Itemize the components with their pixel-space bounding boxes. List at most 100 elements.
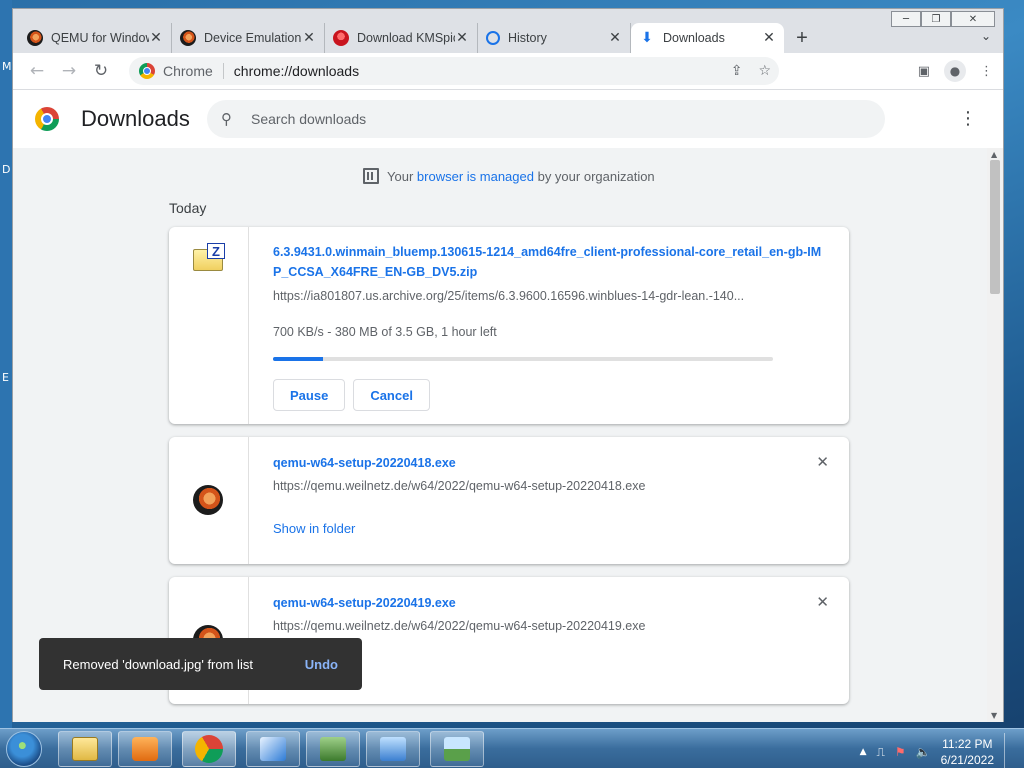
taskbar-explorer-button[interactable] (58, 731, 112, 767)
minimize-button[interactable]: ─ (891, 11, 921, 27)
control-panel-icon (380, 737, 406, 761)
windows-taskbar: ▲ ⎍ ⚑ 🔈 11:22 PM 6/21/2022 (0, 728, 1024, 768)
tab-download-kmspico[interactable]: Download KMSpico ✕ (325, 23, 478, 53)
file-icon-column: Z (169, 227, 249, 424)
transfer-arrow-icon (260, 737, 286, 761)
red-circle-icon (333, 30, 349, 46)
cancel-button[interactable]: Cancel (353, 379, 430, 411)
chrome-logo-icon (35, 107, 59, 131)
start-button[interactable] (6, 731, 42, 767)
download-filename-link[interactable]: 6.3.9431.0.winmain_bluemp.130615-1214_am… (273, 242, 829, 282)
history-icon (486, 31, 500, 45)
tab-downloads[interactable]: ⬇ Downloads ✕ (631, 23, 784, 53)
tab-search-chevron-icon[interactable]: ⌄ (981, 29, 991, 43)
search-input[interactable] (251, 111, 811, 127)
bookmark-star-icon[interactable]: ☆ (758, 63, 771, 79)
clock-time: 11:22 PM (942, 737, 993, 751)
address-bar[interactable]: Chrome chrome://downloads ⇪ ☆ (129, 57, 779, 85)
download-url[interactable]: https://qemu.weilnetz.de/w64/2022/qemu-w… (273, 619, 829, 633)
folder-icon (72, 737, 98, 761)
close-button[interactable]: ✕ (951, 11, 995, 27)
tab-close-icon[interactable]: ✕ (455, 30, 469, 46)
network-icon[interactable]: ⎍ (876, 745, 884, 760)
tab-close-icon[interactable]: ✕ (302, 30, 316, 46)
tab-device-emulation[interactable]: Device Emulation ✕ (172, 23, 325, 53)
window-controls: ─ ❐ ✕ (891, 11, 995, 27)
page-scrollbar[interactable]: ▲ ▼ (987, 148, 1003, 722)
desktop-edge: M D E (0, 0, 12, 728)
scroll-down-arrow-icon[interactable]: ▼ (991, 711, 997, 720)
show-in-folder-link[interactable]: Show in folder (273, 521, 829, 536)
qemu-installer-icon (193, 485, 223, 515)
download-url[interactable]: https://ia801807.us.archive.org/25/items… (273, 289, 829, 303)
taskbar-task-manager-button[interactable] (306, 731, 360, 767)
tab-strip: QEMU for Windows ✕ Device Emulation ✕ Do… (19, 23, 820, 53)
date-section-label: Today (169, 200, 207, 216)
reload-icon[interactable]: ↻ (85, 57, 117, 85)
managed-link[interactable]: browser is managed (417, 169, 534, 184)
browser-toolbar: ← → ↻ Chrome chrome://downloads ⇪ ☆ ▣ ● … (13, 53, 1003, 90)
download-status: 700 KB/s - 380 MB of 3.5 GB, 1 hour left (273, 325, 497, 339)
tab-title: Download KMSpico (357, 31, 455, 45)
show-desktop-button[interactable] (1004, 733, 1018, 768)
undo-button[interactable]: Undo (305, 657, 338, 672)
back-arrow-icon[interactable]: ← (21, 57, 53, 85)
more-actions-icon[interactable]: ⋮ (959, 108, 977, 129)
download-item: Z 6.3.9431.0.winmain_bluemp.130615-1214_… (169, 227, 849, 424)
tab-close-icon[interactable]: ✕ (149, 30, 163, 46)
tab-close-icon[interactable]: ✕ (762, 30, 776, 46)
remove-from-list-close-icon[interactable]: ✕ (816, 453, 829, 471)
removed-toast: Removed 'download.jpg' from list Undo (39, 638, 362, 690)
search-icon: ⚲ (221, 110, 232, 128)
new-tab-button[interactable]: + (784, 23, 820, 53)
qemu-icon (180, 30, 196, 46)
chrome-icon (139, 63, 155, 79)
pause-button[interactable]: Pause (273, 379, 346, 411)
media-player-icon (132, 737, 158, 761)
clock-date: 6/21/2022 (940, 753, 994, 767)
download-item: qemu-w64-setup-20220418.exe https://qemu… (169, 437, 849, 564)
page-title: Downloads (81, 106, 190, 131)
download-filename-link[interactable]: qemu-w64-setup-20220418.exe (273, 453, 829, 473)
photo-viewer-icon (444, 737, 470, 761)
taskbar-transfer-button[interactable] (246, 731, 300, 767)
desktop-icon-label: M (2, 60, 12, 73)
managed-notice: Your browser is managed by your organiza… (363, 168, 655, 184)
side-panel-icon[interactable]: ▣ (918, 64, 930, 79)
scrollbar-thumb[interactable] (990, 160, 1000, 294)
computer-icon (320, 737, 346, 761)
volume-icon[interactable]: 🔈 (916, 745, 931, 759)
download-progress-bar (273, 357, 773, 361)
download-icon: ⬇ (641, 30, 653, 46)
show-hidden-icons-icon[interactable]: ▲ (860, 747, 867, 757)
share-icon[interactable]: ⇪ (731, 63, 743, 79)
taskbar-photo-viewer-button[interactable] (430, 731, 484, 767)
tab-title: Downloads (663, 31, 725, 45)
system-tray: ▲ ⎍ ⚑ 🔈 11:22 PM 6/21/2022 (860, 733, 1018, 768)
taskbar-control-panel-button[interactable] (366, 731, 420, 767)
chrome-menu-icon[interactable]: ⋮ (980, 64, 993, 79)
desktop-icon-label: D (2, 163, 11, 176)
remove-from-list-close-icon[interactable]: ✕ (816, 593, 829, 611)
profile-avatar-icon[interactable]: ● (944, 60, 966, 82)
forward-arrow-icon[interactable]: → (53, 57, 85, 85)
taskbar-media-player-button[interactable] (118, 731, 172, 767)
action-center-flag-icon[interactable]: ⚑ (895, 745, 906, 759)
building-icon (363, 168, 379, 184)
managed-suffix: by your organization (537, 168, 655, 184)
download-url[interactable]: https://qemu.weilnetz.de/w64/2022/qemu-w… (273, 479, 829, 493)
maximize-button[interactable]: ❐ (921, 11, 951, 27)
omnibox-url[interactable]: chrome://downloads (224, 63, 359, 79)
omnibox-label: Chrome (163, 63, 224, 79)
tab-close-icon[interactable]: ✕ (608, 30, 622, 46)
managed-prefix: Your (387, 168, 414, 184)
download-filename-link[interactable]: qemu-w64-setup-20220419.exe (273, 593, 829, 613)
chrome-window: ─ ❐ ✕ QEMU for Windows ✕ Device Emulatio… (12, 8, 1004, 722)
search-downloads-field[interactable]: ⚲ (207, 100, 885, 138)
scroll-up-arrow-icon[interactable]: ▲ (991, 150, 997, 159)
taskbar-chrome-button[interactable] (182, 731, 236, 767)
tab-history[interactable]: History ✕ (478, 23, 631, 53)
clock[interactable]: 11:22 PM 6/21/2022 (941, 736, 994, 768)
file-icon-column (169, 437, 249, 564)
tab-qemu-for-windows[interactable]: QEMU for Windows ✕ (19, 23, 172, 53)
